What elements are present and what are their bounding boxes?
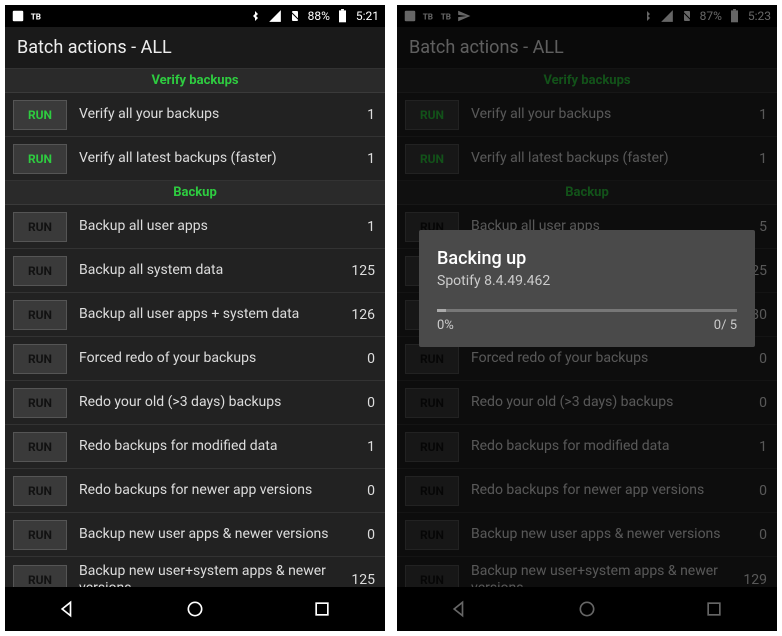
- run-button[interactable]: RUN: [13, 388, 67, 418]
- run-button[interactable]: RUN: [13, 100, 67, 130]
- action-label: Backup new user apps & newer versions: [79, 526, 337, 543]
- action-count: 1: [337, 151, 375, 167]
- right-screenshot: TB TB 87% 5:23 Batch actions - ALL Verif…: [397, 5, 777, 631]
- image-icon: [11, 9, 25, 23]
- left-screenshot: TB 88% 5:21 Batch actions - ALL Verify b…: [5, 5, 385, 631]
- battery-pct: 88%: [308, 9, 330, 23]
- dialog-subtitle: Spotify 8.4.49.462: [437, 273, 737, 289]
- run-button[interactable]: RUN: [13, 476, 67, 506]
- action-label: Redo backups for newer app versions: [79, 482, 337, 499]
- action-count: 1: [337, 439, 375, 455]
- action-label: Verify all your backups: [79, 106, 337, 123]
- action-row[interactable]: RUN Forced redo of your backups0: [5, 337, 385, 381]
- tb-icon: TB: [29, 9, 43, 23]
- dialog-title: Backing up: [437, 248, 737, 269]
- run-button[interactable]: RUN: [13, 432, 67, 462]
- recents-icon[interactable]: [312, 599, 332, 619]
- back-icon[interactable]: [58, 599, 78, 619]
- run-button[interactable]: RUN: [13, 144, 67, 174]
- signal-icon: [268, 9, 282, 23]
- action-label: Forced redo of your backups: [79, 350, 337, 367]
- action-label: Backup all system data: [79, 262, 337, 279]
- run-button[interactable]: RUN: [13, 256, 67, 286]
- run-button[interactable]: RUN: [13, 520, 67, 550]
- action-row[interactable]: RUN Backup all user apps1: [5, 205, 385, 249]
- run-button[interactable]: RUN: [13, 300, 67, 330]
- action-count: 0: [337, 395, 375, 411]
- action-row[interactable]: RUN Verify all latest backups (faster)1: [5, 137, 385, 181]
- action-count: 125: [337, 263, 375, 279]
- action-label: Backup all user apps: [79, 218, 337, 235]
- progress-pct: 0%: [437, 318, 454, 333]
- action-row[interactable]: RUN Redo backups for modified data1: [5, 425, 385, 469]
- no-sim-icon: [288, 9, 302, 23]
- status-bar: TB 88% 5:21: [5, 5, 385, 27]
- clock-text: 5:21: [356, 9, 379, 23]
- action-label: Redo your old (>3 days) backups: [79, 394, 337, 411]
- home-icon[interactable]: [185, 599, 205, 619]
- page-title: Batch actions - ALL: [5, 27, 385, 69]
- action-row[interactable]: RUN Backup new user apps & newer versions…: [5, 513, 385, 557]
- action-row[interactable]: RUN Redo backups for newer app versions0: [5, 469, 385, 513]
- action-count: 126: [337, 307, 375, 323]
- section-header: Verify backups: [5, 69, 385, 93]
- action-count: 0: [337, 527, 375, 543]
- progress-bar: [437, 309, 737, 312]
- action-count: 0: [337, 483, 375, 499]
- action-row[interactable]: RUN Backup all system data125: [5, 249, 385, 293]
- action-count: 125: [337, 572, 375, 588]
- progress-count: 0/ 5: [714, 318, 737, 333]
- action-count: 1: [337, 107, 375, 123]
- action-label: Redo backups for modified data: [79, 438, 337, 455]
- progress-dialog: Backing up Spotify 8.4.49.462 0% 0/ 5: [419, 230, 755, 347]
- action-row[interactable]: RUN Redo your old (>3 days) backups0: [5, 381, 385, 425]
- bluetooth-icon: [248, 9, 262, 23]
- svg-text:TB: TB: [31, 12, 41, 22]
- action-row[interactable]: RUN Verify all your backups1: [5, 93, 385, 137]
- section-header: Backup: [5, 181, 385, 205]
- action-label: Backup all user apps + system data: [79, 306, 337, 323]
- run-button[interactable]: RUN: [13, 344, 67, 374]
- list[interactable]: Verify backups RUN Verify all your backups…: [5, 69, 385, 628]
- battery-icon: [336, 9, 350, 23]
- action-count: 1: [337, 219, 375, 235]
- action-row[interactable]: RUN Backup all user apps + system data126: [5, 293, 385, 337]
- nav-bar: [5, 587, 385, 631]
- action-count: 0: [337, 351, 375, 367]
- run-button[interactable]: RUN: [13, 212, 67, 242]
- action-label: Verify all latest backups (faster): [79, 150, 337, 167]
